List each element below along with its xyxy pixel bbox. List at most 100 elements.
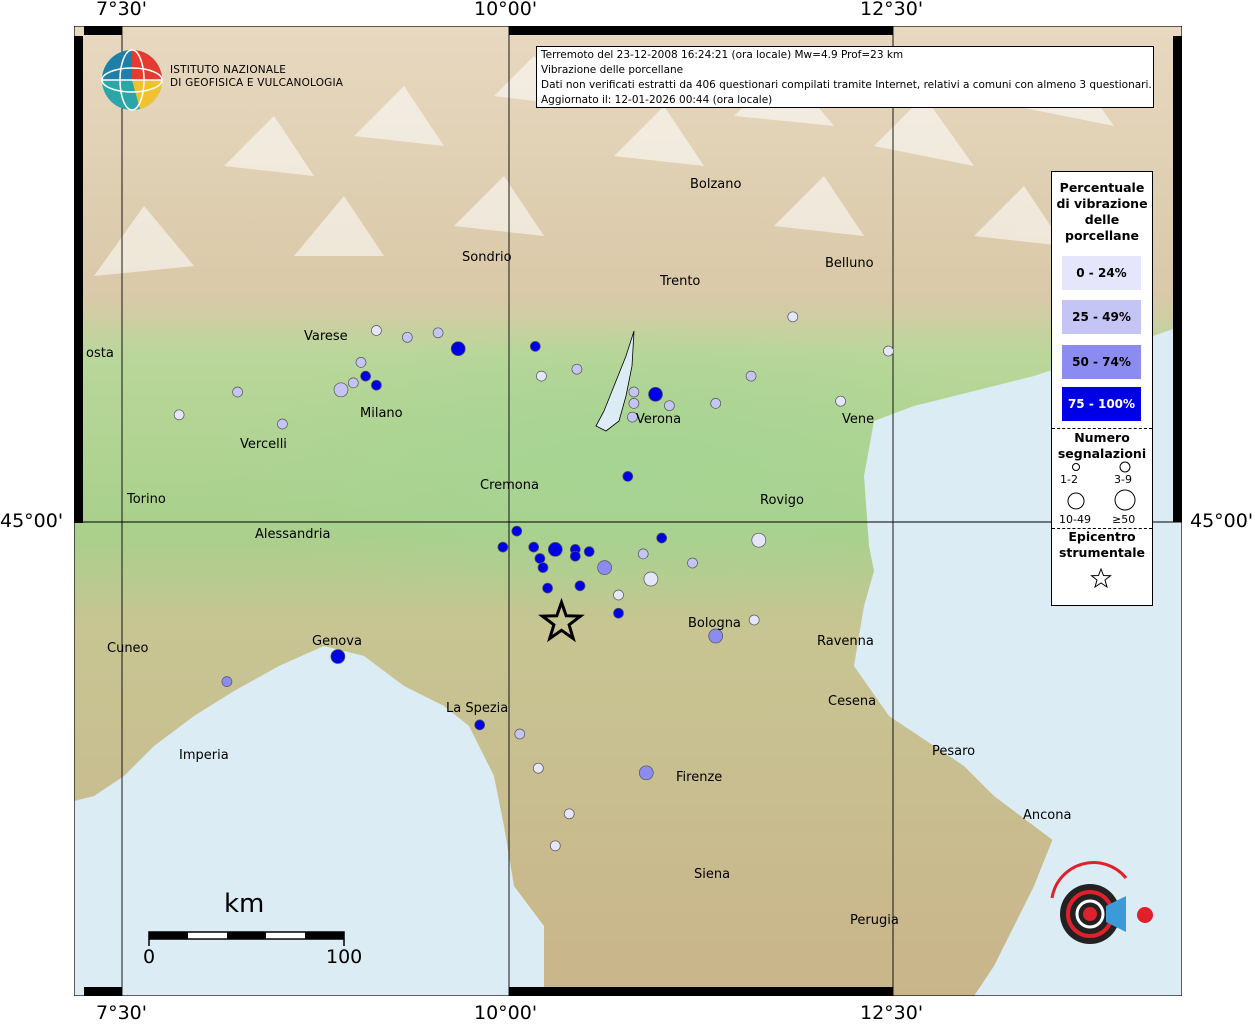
intensity-point[interactable] (371, 325, 382, 336)
intensity-point[interactable] (360, 370, 371, 382)
intensity-point[interactable] (514, 728, 526, 740)
legend-class-3: 75 - 100% (1062, 387, 1141, 421)
intensity-point[interactable] (173, 409, 185, 421)
intensity-point[interactable] (569, 550, 581, 562)
intensity-point[interactable] (497, 541, 509, 553)
intensity-point[interactable] (583, 546, 595, 557)
intensity-point[interactable] (371, 379, 382, 391)
lat-label-left: 45°00' (0, 510, 64, 532)
legend-title-line: delle (1084, 212, 1120, 227)
intensity-point[interactable] (355, 357, 367, 368)
intensity-point[interactable] (648, 386, 663, 402)
updated-line: Aggiornato il: 12-01-2026 00:44 (ora loc… (541, 94, 773, 106)
intensity-point[interactable] (745, 370, 757, 382)
haisentito-logo-icon (1050, 861, 1153, 944)
intensity-point[interactable] (528, 541, 540, 553)
intensity-point[interactable] (474, 719, 486, 731)
intensity-point[interactable] (574, 580, 586, 592)
city-label: Cesena (828, 694, 877, 709)
intensity-point[interactable] (628, 398, 640, 409)
intensity-point[interactable] (883, 345, 894, 357)
intensity-point[interactable] (432, 327, 444, 339)
city-label: Bolzano (690, 177, 742, 192)
city-label: Milano (360, 406, 403, 421)
city-label: Verona (636, 412, 682, 427)
city-label: Ravenna (817, 634, 874, 649)
legend-title: Percentuale di vibrazione delle porcella… (1052, 180, 1152, 244)
map-frame[interactable] (74, 26, 1182, 996)
intensity-point[interactable] (401, 331, 413, 343)
intensity-point[interactable] (628, 386, 640, 398)
intensity-point[interactable] (563, 808, 575, 820)
intensity-point[interactable] (330, 649, 346, 664)
legend-title-line: Percentuale (1059, 180, 1145, 195)
intensity-point[interactable] (622, 471, 634, 482)
legend-title-line: porcellane (1065, 228, 1139, 243)
legend-epicenter-line: Epicentro (1068, 529, 1136, 544)
intensity-point[interactable] (656, 532, 668, 544)
data-note: Dati non verificati estratti da 406 ques… (541, 79, 1152, 91)
count-label-1: 1-2 (1060, 473, 1078, 486)
intensity-point[interactable] (532, 762, 544, 774)
intensity-point[interactable] (333, 382, 349, 398)
count-label-4: ≥50 (1112, 513, 1136, 526)
city-label: Sondrio (462, 250, 512, 265)
intensity-point[interactable] (708, 628, 724, 644)
intensity-point[interactable] (787, 311, 799, 323)
event-info-box: Terremoto del 23-12-2008 16:24:21 (ora l… (536, 46, 1154, 108)
intensity-point[interactable] (638, 765, 654, 781)
intensity-point[interactable] (751, 532, 767, 548)
intensity-point[interactable] (710, 398, 722, 409)
city-label: Siena (694, 867, 731, 882)
legend-epicenter-line: strumentale (1058, 545, 1146, 560)
map-canvas (74, 26, 1182, 996)
legend-class-0: 0 - 24% (1062, 256, 1141, 290)
ingv-logo-icon (101, 49, 163, 111)
lon-label-top-mid: 10°00' (474, 0, 538, 20)
intensity-point[interactable] (277, 418, 288, 430)
intensity-point[interactable] (748, 614, 760, 626)
intensity-point[interactable] (450, 341, 466, 357)
lon-label-bottom-left: 7°30' (96, 1002, 147, 1024)
intensity-point[interactable] (597, 560, 612, 575)
intensity-point[interactable] (613, 607, 624, 619)
city-label: Firenze (676, 770, 723, 785)
intensity-point[interactable] (529, 341, 541, 352)
city-label: Torino (127, 492, 166, 507)
intensity-point[interactable] (536, 370, 547, 382)
intensity-point[interactable] (571, 363, 583, 375)
intensity-point[interactable] (687, 557, 698, 569)
intensity-point[interactable] (613, 589, 624, 601)
intensity-point[interactable] (664, 400, 675, 412)
intensity-point[interactable] (835, 395, 846, 407)
ingv-line2: DI GEOFISICA E VULCANOLOGIA (170, 77, 344, 89)
lon-label-bottom-right: 12°30' (860, 1002, 924, 1024)
scale-min: 0 (143, 946, 156, 968)
legend-class-label: 0 - 24% (1076, 266, 1127, 280)
intensity-point[interactable] (547, 542, 563, 557)
legend-class-1: 25 - 49% (1062, 300, 1141, 334)
legend-class-label: 25 - 49% (1072, 310, 1131, 324)
city-label: Vercelli (240, 437, 287, 452)
intensity-point[interactable] (534, 553, 546, 564)
legend-count-line: Numero (1074, 430, 1130, 445)
intensity-point[interactable] (549, 840, 561, 852)
intensity-point[interactable] (511, 525, 523, 537)
city-label: Alessandria (255, 527, 331, 542)
intensity-point[interactable] (221, 676, 233, 687)
intensity-point[interactable] (637, 548, 649, 560)
intensity-point[interactable] (232, 386, 243, 398)
ingv-logo-text: ISTITUTO NAZIONALE DI GEOFISICA E VULCAN… (170, 64, 343, 90)
city-label: Cremona (480, 478, 539, 493)
legend-class-label: 50 - 74% (1072, 355, 1131, 369)
intensity-point[interactable] (537, 562, 549, 573)
legend-epicenter-title: Epicentro strumentale (1052, 529, 1152, 561)
city-label: Trento (660, 274, 701, 289)
intensity-point[interactable] (643, 571, 659, 587)
legend-class-label: 75 - 100% (1067, 397, 1136, 411)
city-label: Cuneo (107, 641, 149, 656)
event-line: Terremoto del 23-12-2008 16:24:21 (ora l… (541, 49, 904, 61)
legend-class-2: 50 - 74% (1062, 345, 1141, 379)
intensity-point[interactable] (542, 582, 553, 594)
intensity-point[interactable] (347, 377, 359, 389)
